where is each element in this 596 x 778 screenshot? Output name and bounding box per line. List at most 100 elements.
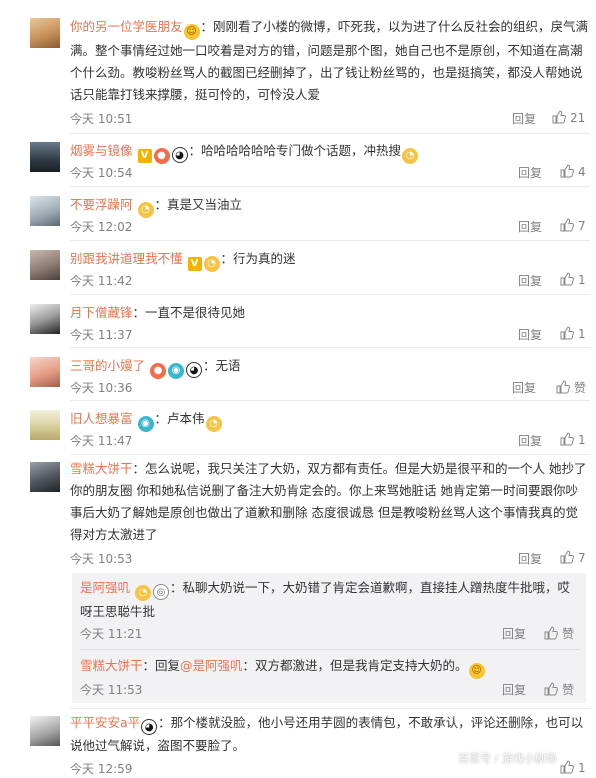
username-link[interactable]: 雪糕大饼干 [70,461,133,476]
comment-time: 今天 12:02 [70,220,133,234]
username-link[interactable]: 烟雾与镜像 [70,143,133,158]
comment-time: 今天 11:47 [70,434,133,448]
comment-7: 旧人想暴富 ◉ ：卢本伟 ◔ 今天 11:47 回复 1 [0,406,596,456]
username-link[interactable]: 雪糕大饼干 [80,658,143,673]
reply-time: 今天 11:53 [80,683,143,697]
reply-button[interactable]: 回复 [518,272,542,289]
divider [70,454,590,455]
comment-text: 雪糕大饼干：怎么说呢，我只关注了大奶，双方都有责任。但是大奶是很平和的一个人 她… [70,461,587,542]
comment-text: 别跟我讲道理我不懂 V ◔ ：行为真的迷 [70,248,590,272]
like-button[interactable]: 4 [560,164,586,179]
comment-time: 今天 12:59 [70,762,133,776]
username-link[interactable]: 别跟我讲道理我不懂 [70,251,183,266]
username-link[interactable]: 你的另一位学医朋友 [70,19,183,34]
comment-text: 你的另一位学医朋友 ☺ ：刚刚看了小楼的微博，吓死我，以为进了什么反社会的组织，戾气… [70,19,589,102]
reply-button[interactable]: 回复 [512,110,536,127]
member-badge-icon: ◉ [168,363,184,379]
comment-time: 今天 10:36 [70,381,133,395]
comment-time: 今天 11:37 [70,328,133,342]
divider [70,294,590,295]
like-button[interactable]: 1 [560,760,586,775]
comment-text: 旧人想暴富 ◉ ：卢本伟 ◔ [70,408,590,432]
watermark: 百家号 / 游戏小剧场 [458,752,557,765]
reply-thread: 是阿强叽 ◔ ◎ ：私聊大奶说一下，大奶错了肯定会道歉啊，直接挂人蹭热度牛批哦，哎呀… [72,573,586,703]
reply-text: 是阿强叽 ◔ ◎ ：私聊大奶说一下，大奶错了肯定会道歉啊，直接挂人蹭热度牛批哦，哎呀… [80,580,571,619]
avatar[interactable] [30,357,60,387]
avatar[interactable] [30,142,60,172]
username-link[interactable]: 是阿强叽 [80,580,130,595]
comment-text: 月下僧藏锋：一直不是很待见她 [70,305,246,320]
like-button[interactable]: 赞 [544,681,574,698]
emoji-smile-icon: ☺ [183,24,200,40]
thumbs-up-icon [560,272,574,286]
reply-2: 雪糕大饼干：回复@是阿强叽：双方都激进，但是我肯定支持大奶的。 ☺ [80,655,580,679]
username-link[interactable]: 旧人想暴富 [70,411,133,426]
reply-button[interactable]: 回复 [518,164,542,181]
member-badge-icon: ◉ [137,416,154,432]
mention-link[interactable]: @是阿强叽 [180,658,243,673]
emoji-laugh-icon: ☺ [468,663,485,679]
thumbs-up-icon [544,682,558,696]
reply-button[interactable]: 回复 [518,550,542,567]
panda-icon: ◕ [186,362,202,378]
comment-3: 不要浮躁阿 ◔ ：真是又当油立 今天 12:02 回复 7 [0,192,596,242]
like-button[interactable]: 1 [560,272,586,287]
fan-badge-icon: ● [153,148,170,164]
username-link[interactable]: 月下僧藏锋 [70,305,133,320]
username-link[interactable]: 平平安安a平 [70,715,140,730]
divider [70,347,590,348]
like-button[interactable]: 赞 [556,379,586,396]
comment-text: 烟雾与镜像 V ● ◕ ：哈哈哈哈哈哈专门做个话题，冲热搜 ◔ [70,140,590,164]
comment-text: 不要浮躁阿 ◔ ：真是又当油立 [70,194,590,218]
thumbs-up-icon [560,218,574,232]
divider [70,240,590,241]
reply-button[interactable]: 回复 [502,681,526,698]
avatar[interactable] [30,18,60,48]
reply-button[interactable]: 回复 [518,326,542,343]
comment-9: 平平安安a平 ◕ ：那个楼就没脸，他小号还用芋圆的表情包，不敢承认，评论还删除，也可… [0,712,596,778]
thumbs-up-icon [552,110,566,124]
like-button[interactable]: 赞 [544,625,574,642]
reply-button[interactable]: 回复 [518,432,542,449]
divider [80,649,580,650]
verified-v-icon: V [187,257,202,271]
comment-time: 今天 10:51 [70,112,133,126]
username-link[interactable]: 三哥的小嫚了 [70,358,145,373]
thumbs-up-icon [556,380,570,394]
like-button[interactable]: 1 [560,432,586,447]
divider [70,186,590,187]
comment-5: 月下僧藏锋：一直不是很待见她 今天 11:37 回复 1 [0,300,596,350]
comment-time: 今天 10:54 [70,166,133,180]
comment-6: 三哥的小嫚了 ● ◉ ◕ ：无语 今天 10:36 回复 赞 [0,353,596,403]
avatar[interactable] [30,304,60,334]
avatar[interactable] [30,410,60,440]
thumbs-up-icon [560,164,574,178]
avatar[interactable] [30,462,60,492]
like-button[interactable]: 21 [552,110,585,125]
avatar[interactable] [30,716,60,746]
comment-8: 雪糕大饼干：怎么说呢，我只关注了大奶，双方都有责任。但是大奶是很平和的一个人 她… [0,458,596,568]
reply-button[interactable]: 回复 [518,218,542,235]
panda-icon: ◕ [141,719,158,735]
comment-1: 你的另一位学医朋友 ☺ ：刚刚看了小楼的微博，吓死我，以为进了什么反社会的组织，戾气… [0,14,596,132]
reply-button[interactable]: 回复 [502,625,526,642]
like-button[interactable]: 1 [560,326,586,341]
panda-icon: ◕ [171,147,188,163]
username-link[interactable]: 不要浮躁阿 [70,197,133,212]
divider [70,708,590,709]
reply-time: 今天 11:21 [80,627,143,641]
comment-text: 三哥的小嫚了 ● ◉ ◕ ：无语 [70,355,590,379]
fan-badge-icon: ● [150,363,166,379]
thumbs-up-icon [560,432,574,446]
like-button[interactable]: 7 [560,218,586,233]
like-button[interactable]: 7 [560,550,586,565]
member-badge-icon: ◎ [153,584,169,600]
reply-button[interactable]: 回复 [512,379,536,396]
comment-4: 别跟我讲道理我不懂 V ◔ ：行为真的迷 今天 11:42 回复 1 [0,246,596,296]
reply-1: 是阿强叽 ◔ ◎ ：私聊大奶说一下，大奶错了肯定会道歉啊，直接挂人蹭热度牛批哦，哎呀… [80,577,580,623]
emoji-icon: ◔ [205,416,222,432]
avatar[interactable] [30,196,60,226]
thumbs-up-icon [560,326,574,340]
comment-2: 烟雾与镜像 V ● ◕ ：哈哈哈哈哈哈专门做个话题，冲热搜 ◔ 今天 10:54 回复 … [0,138,596,188]
avatar[interactable] [30,250,60,280]
